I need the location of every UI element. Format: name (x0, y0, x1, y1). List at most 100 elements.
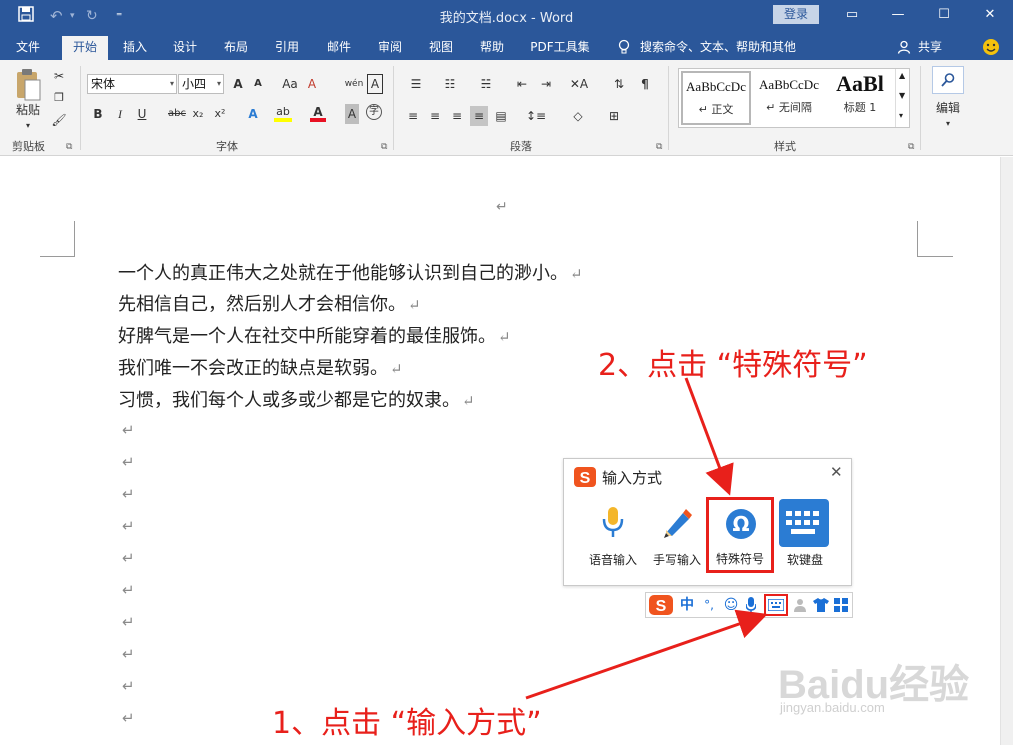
chinese-layout-icon[interactable]: ✕A (566, 74, 592, 94)
strikethrough-button[interactable]: abc (166, 104, 188, 124)
chevron-down-icon[interactable]: ▾ (940, 114, 956, 134)
underline-button[interactable]: U (134, 104, 150, 124)
sogou-logo-icon: S (574, 467, 596, 490)
vertical-scrollbar[interactable] (1000, 157, 1013, 745)
more-styles-icon[interactable]: ▾ (899, 111, 903, 120)
tab-layout[interactable]: 布局 (213, 36, 259, 60)
line-text: 好脾气是一个人在社交中所能穿着的最佳服饰。 (118, 326, 496, 346)
bullets-icon[interactable]: ☰ (404, 74, 428, 94)
emoji-icon[interactable]: ☺ (722, 595, 740, 615)
text-line[interactable]: 一个人的真正伟大之处就在于他能够认识到自己的渺小。 ↵ (118, 259, 583, 287)
customize-quick-access-icon[interactable]: ⁼ (116, 6, 122, 26)
voice-icon[interactable] (744, 595, 758, 615)
find-icon[interactable] (932, 66, 964, 94)
text-effects-icon[interactable]: A (244, 104, 262, 124)
step-1-annotation: 1、点击 “输入方式” (272, 706, 542, 741)
show-formatting-marks-icon[interactable]: ¶ (636, 74, 654, 94)
login-button[interactable]: 登录 (773, 5, 819, 24)
numbering-icon[interactable]: ☷ (438, 74, 462, 94)
style-no-spacing[interactable]: AaBbCcDc ↵ 无间隔 (754, 71, 824, 125)
clear-format-icon[interactable]: A (303, 74, 321, 94)
justify-icon[interactable]: ≡ (470, 106, 488, 126)
tab-view[interactable]: 视图 (418, 36, 464, 60)
tab-file[interactable]: 文件 (4, 36, 52, 60)
close-icon[interactable]: ✕ (967, 0, 1013, 30)
undo-icon[interactable]: ↶ (50, 6, 63, 26)
tab-insert[interactable]: 插入 (112, 36, 158, 60)
character-border-icon[interactable]: A (367, 74, 383, 94)
superscript-button[interactable]: x² (212, 104, 228, 124)
smiley-feedback-icon[interactable] (980, 36, 1002, 60)
styles-launcher-icon[interactable]: ⧉ (908, 142, 914, 152)
special-symbols-option[interactable]: Ω 特殊符号 (706, 497, 774, 573)
tab-review[interactable]: 审阅 (367, 36, 413, 60)
skin-shirt-icon[interactable] (812, 595, 830, 615)
decrease-indent-icon[interactable]: ⇤ (512, 74, 532, 94)
enclose-characters-icon[interactable]: 字 (366, 104, 382, 120)
undo-dropdown-icon[interactable]: ▾ (70, 6, 75, 26)
chevron-up-icon[interactable]: ▲ (899, 71, 905, 80)
tab-home[interactable]: 开始 (62, 36, 108, 60)
font-name-combo[interactable]: 宋体 ▾ (87, 74, 177, 94)
user-icon[interactable] (792, 595, 808, 615)
line-spacing-icon[interactable]: ↕≡ (524, 106, 548, 126)
text-line[interactable]: 我们唯一不会改正的缺点是软弱。 ↵ (118, 354, 403, 382)
style-heading-1[interactable]: AaBl 标题 1 (827, 71, 893, 125)
ribbon-display-options-icon[interactable]: ▭ (829, 0, 875, 30)
shading-bucket-icon[interactable]: ◇ (566, 106, 590, 126)
tab-help[interactable]: 帮助 (469, 36, 515, 60)
cut-icon[interactable]: ✂ (50, 66, 68, 86)
borders-icon[interactable]: ⊞ (602, 106, 626, 126)
tell-me-search[interactable]: 搜索命令、文本、帮助和其他 (640, 36, 810, 60)
text-line[interactable]: 习惯，我们每个人或多或少都是它的奴隶。 ↵ (118, 386, 475, 414)
font-color-icon[interactable]: A (310, 102, 326, 122)
italic-button[interactable]: I (112, 104, 128, 124)
tab-mailings[interactable]: 邮件 (316, 36, 362, 60)
sogou-logo-icon[interactable]: S (648, 595, 674, 615)
pencil-icon (660, 505, 694, 542)
grow-font-icon[interactable]: A (230, 74, 246, 94)
distributed-icon[interactable]: ▤ (492, 106, 510, 126)
chevron-down-icon[interactable]: ▼ (899, 91, 905, 100)
paste-dropdown-icon[interactable]: ▾ (18, 116, 38, 136)
redo-icon[interactable]: ↻ (86, 6, 98, 26)
tab-references[interactable]: 引用 (264, 36, 310, 60)
close-icon[interactable]: ✕ (830, 463, 843, 481)
font-size-combo[interactable]: 小四 ▾ (178, 74, 224, 94)
highlight-icon[interactable]: ab (274, 102, 292, 122)
punctuation-toggle[interactable]: °, (698, 595, 720, 615)
tab-design[interactable]: 设计 (162, 36, 208, 60)
text-line[interactable]: 先相信自己，然后别人才会相信你。 ↵ (118, 290, 421, 318)
crop-mark-right (917, 221, 953, 257)
tab-pdf-tools[interactable]: PDF工具集 (524, 36, 596, 60)
phonetic-guide-icon[interactable]: wén (343, 74, 365, 94)
format-painter-icon[interactable]: 🖌 (50, 110, 68, 130)
increase-indent-icon[interactable]: ⇥ (536, 74, 556, 94)
save-icon[interactable] (18, 6, 34, 26)
copy-icon[interactable]: ❐ (50, 88, 68, 108)
soft-keyboard-option[interactable]: 软键盘 (772, 495, 838, 575)
minimize-icon[interactable]: — (875, 0, 921, 30)
align-right-icon[interactable]: ≡ (448, 106, 466, 126)
font-launcher-icon[interactable]: ⧉ (381, 142, 387, 152)
multilevel-list-icon[interactable]: ☵ (474, 74, 498, 94)
chinese-mode-toggle[interactable]: 中 (678, 595, 696, 615)
paragraph-launcher-icon[interactable]: ⧉ (656, 142, 662, 152)
subscript-button[interactable]: x₂ (190, 104, 206, 124)
text-line[interactable]: 好脾气是一个人在社交中所能穿着的最佳服饰。 ↵ (118, 322, 511, 350)
handwriting-input-option[interactable]: 手写输入 (644, 495, 710, 575)
clipboard-launcher-icon[interactable]: ⧉ (66, 142, 72, 152)
align-center-icon[interactable]: ≡ (426, 106, 444, 126)
align-left-icon[interactable]: ≡ (404, 106, 422, 126)
input-method-keyboard-icon[interactable] (764, 594, 788, 616)
toolbox-grid-icon[interactable] (832, 595, 850, 615)
character-shading-icon[interactable]: A (345, 104, 359, 124)
voice-input-option[interactable]: 语音输入 (580, 495, 646, 575)
sort-icon[interactable]: ⇅ (610, 74, 628, 94)
share-button[interactable]: 共享 (914, 36, 946, 60)
maximize-icon[interactable]: ☐ (921, 0, 967, 30)
change-case-icon[interactable]: Aa (280, 74, 300, 94)
style-normal[interactable]: AaBbCcDc ↵ 正文 (681, 71, 751, 125)
bold-button[interactable]: B (90, 104, 106, 124)
shrink-font-icon[interactable]: A (250, 74, 266, 94)
